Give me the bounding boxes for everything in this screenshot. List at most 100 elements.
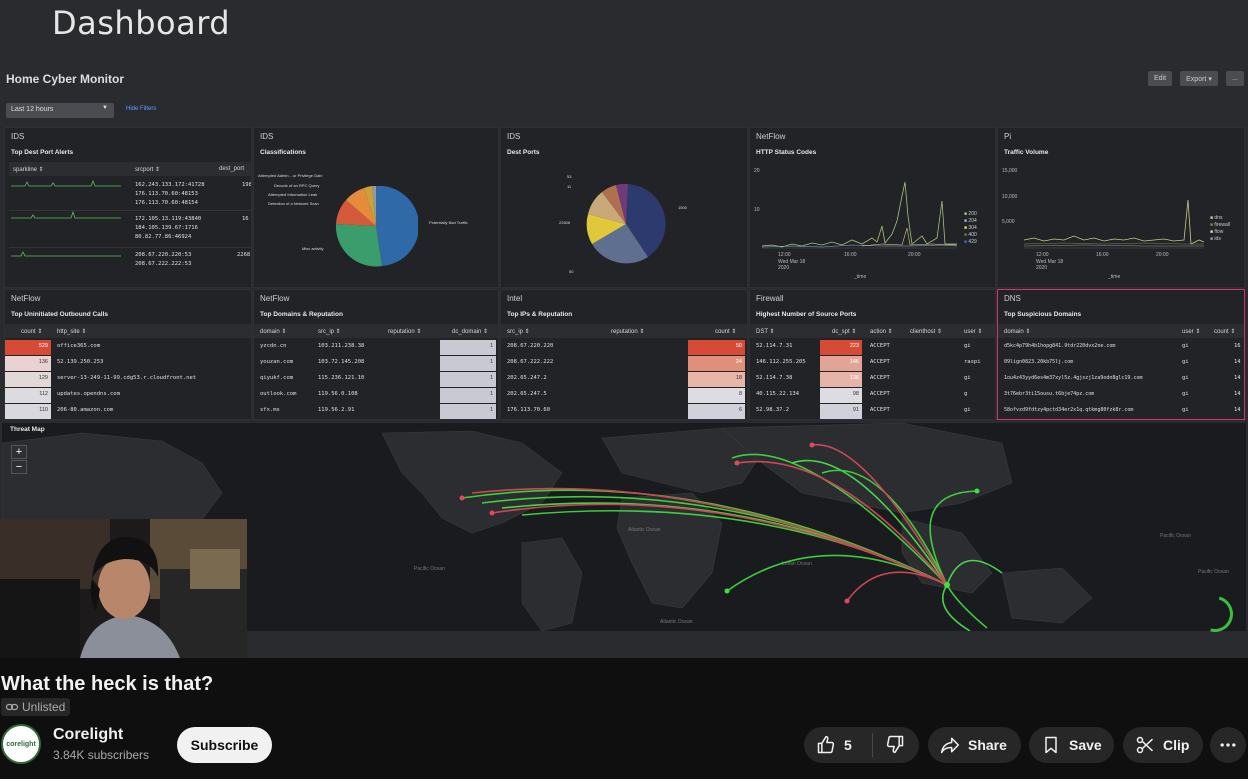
- count-cell: 110: [5, 404, 51, 419]
- video-player[interactable]: Dashboard Home Cyber Monitor Edit Export…: [0, 0, 1248, 658]
- column-header[interactable]: user ⇕: [964, 328, 982, 335]
- table-cell[interactable]: updates.opendns.com: [57, 391, 120, 397]
- legend-item[interactable]: ■ ids: [1210, 236, 1230, 243]
- column-header[interactable]: sparkline ⇕: [13, 166, 44, 173]
- dc-cell: 1: [440, 388, 496, 403]
- subscribe-button[interactable]: Subscribe: [177, 727, 272, 763]
- column-header[interactable]: dest_port: [219, 166, 244, 172]
- clip-button[interactable]: Clip: [1123, 727, 1203, 763]
- table-cell: 40.115.22.134: [756, 391, 800, 397]
- count-cell: 91: [820, 404, 862, 419]
- column-header[interactable]: dc_domain ⇕: [452, 328, 488, 335]
- channel-avatar[interactable]: corelight: [1, 724, 41, 764]
- table-cell: 119.56.0.108: [318, 391, 358, 397]
- legend-item[interactable]: ■ 204: [964, 218, 977, 225]
- legend-item[interactable]: ■ dns: [1210, 215, 1230, 222]
- classification-pie: [335, 185, 418, 267]
- export-button[interactable]: Export ▾: [1180, 71, 1218, 86]
- panel-source: NetFlow: [11, 294, 41, 303]
- table-cell: 14: [1234, 375, 1241, 381]
- legend-item[interactable]: ■ 429: [964, 239, 977, 246]
- table-cell: gi: [964, 375, 971, 381]
- column-header[interactable]: src_ip ⇕: [507, 328, 530, 335]
- http-status-lines: [762, 181, 957, 249]
- legend-item[interactable]: ■ 304: [964, 225, 977, 232]
- table-cell: 52.98.37.2: [756, 407, 790, 413]
- channel-name[interactable]: Corelight: [53, 726, 123, 744]
- hide-filters-link[interactable]: Hide Filters: [126, 106, 156, 112]
- table-cell: 208.67.220.220: [507, 343, 554, 349]
- share-button[interactable]: Share: [928, 727, 1021, 763]
- slice-label: Decode of an RPC Query: [274, 183, 320, 188]
- table-cell: 172.105.13.119:43840: [135, 216, 202, 222]
- dc-cell: 1: [440, 404, 496, 419]
- thumbs-down-icon: [886, 735, 904, 753]
- column-header[interactable]: DST ⇕: [756, 328, 775, 335]
- dc-cell: 1: [440, 340, 496, 355]
- table-cell: gi: [964, 407, 971, 413]
- table-cell[interactable]: server-13-249-11-99.cdg53.r.cloudfront.n…: [57, 375, 196, 381]
- column-header[interactable]: user ⇕: [1182, 328, 1200, 335]
- table-cell: 115.236.121.10: [318, 375, 365, 381]
- panel-title: Top IPs & Reputation: [507, 311, 573, 318]
- panel-title: Classifications: [260, 149, 306, 156]
- table-cell: ACCEPT: [870, 343, 890, 349]
- table-cell: 52.114.7.38: [756, 375, 793, 381]
- legend-item[interactable]: ■ 200: [964, 211, 977, 218]
- table-cell: gi: [1182, 375, 1189, 381]
- count-cell: 50: [688, 340, 745, 355]
- table-cell: 09lign0823.20kb75lj.com: [1004, 359, 1074, 365]
- dislike-button[interactable]: [873, 734, 905, 757]
- more-actions-button[interactable]: [1210, 727, 1246, 763]
- legend-item[interactable]: ■ 400: [964, 232, 977, 239]
- column-header[interactable]: reputation ⇕: [611, 328, 644, 335]
- column-header[interactable]: srcport ⇕: [135, 166, 160, 173]
- count-cell: 146: [820, 356, 862, 371]
- column-header[interactable]: http_site ⇕: [57, 328, 86, 335]
- table-cell: 184.105.139.67:1716: [135, 225, 198, 231]
- table-cell: gi: [1182, 407, 1189, 413]
- column-header[interactable]: reputation ⇕: [388, 328, 421, 335]
- like-button[interactable]: 5: [804, 735, 872, 755]
- count-cell: 129: [5, 372, 51, 387]
- panel-ids-classifications: IDS Classifications Attempted Admin... o…: [253, 127, 499, 288]
- legend-label: firewall: [1214, 222, 1230, 228]
- table-cell: d5kc4p79h4b1hopg841.9tdr220dvx2ne.com: [1004, 343, 1116, 349]
- table-cell: 103.72.145.208: [318, 359, 365, 365]
- table-cell: gi: [1182, 359, 1189, 365]
- column-header[interactable]: action ⇕: [870, 328, 893, 335]
- legend-label: 400: [968, 232, 977, 238]
- table-cell: gi: [1182, 343, 1189, 349]
- legend-item[interactable]: ■ flow: [1210, 229, 1230, 236]
- x-axis-label: _time: [854, 274, 867, 280]
- x-date: Wed Mar 18 2020: [778, 259, 806, 271]
- table-cell[interactable]: office365.com: [57, 343, 100, 349]
- column-header[interactable]: clienthost ⇕: [910, 328, 942, 335]
- edit-button[interactable]: Edit: [1148, 71, 1172, 86]
- column-header[interactable]: domain ⇕: [260, 328, 286, 335]
- table-cell: ACCEPT: [870, 391, 890, 397]
- table-cell: gi: [964, 343, 971, 349]
- table-cell: 208.67.222.222: [507, 359, 554, 365]
- x-tick: 12:00: [778, 252, 791, 258]
- more-button[interactable]: ...: [1226, 71, 1244, 86]
- threat-map[interactable]: Threat Map + − Pacific Ocean Atlantic Oc…: [2, 423, 1246, 631]
- panel-source: Firewall: [756, 294, 784, 303]
- zoom-out-button[interactable]: −: [11, 460, 27, 474]
- column-header[interactable]: src_ip ⇕: [318, 328, 341, 335]
- column-header[interactable]: count ⇕: [1214, 328, 1235, 335]
- table-cell[interactable]: 206-80.amazon.com: [57, 407, 113, 413]
- bookmark-icon: [1045, 736, 1057, 754]
- slice-label: 22606: [559, 220, 571, 225]
- legend-item[interactable]: ■ firewall: [1210, 222, 1230, 229]
- table-cell: 176.113.70.60:48154: [135, 200, 198, 206]
- time-range-select[interactable]: Last 12 hours ▼: [6, 103, 114, 118]
- zoom-in-button[interactable]: +: [11, 445, 27, 459]
- table-cell[interactable]: 52.139.250.253: [57, 359, 103, 365]
- column-header[interactable]: dc_spt ⇕: [832, 328, 856, 335]
- save-button[interactable]: Save: [1029, 727, 1114, 763]
- column-header[interactable]: domain ⇕: [1004, 328, 1030, 335]
- column-header[interactable]: count ⇕: [21, 328, 42, 335]
- column-header[interactable]: count ⇕: [715, 328, 736, 335]
- table-cell: 52.114.7.31: [756, 343, 793, 349]
